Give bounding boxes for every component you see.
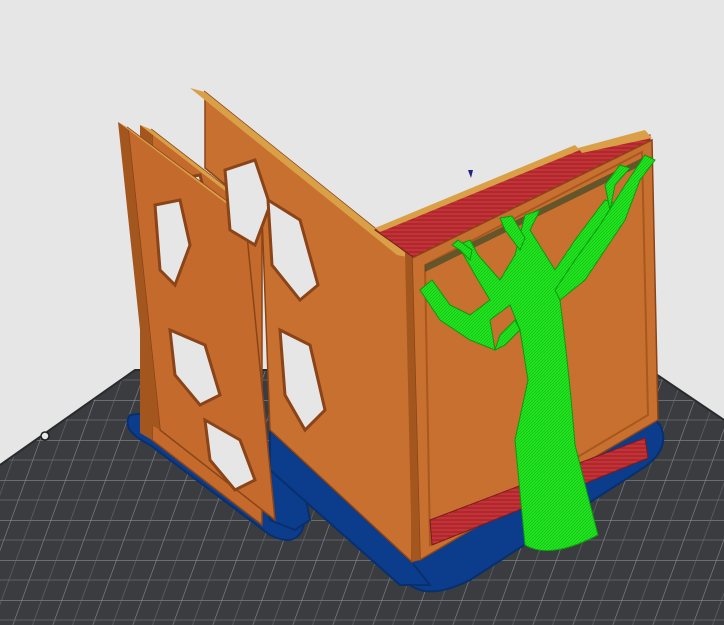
3d-preview-viewport[interactable] [0,0,724,625]
bed-mount-hole-icon [40,431,50,441]
